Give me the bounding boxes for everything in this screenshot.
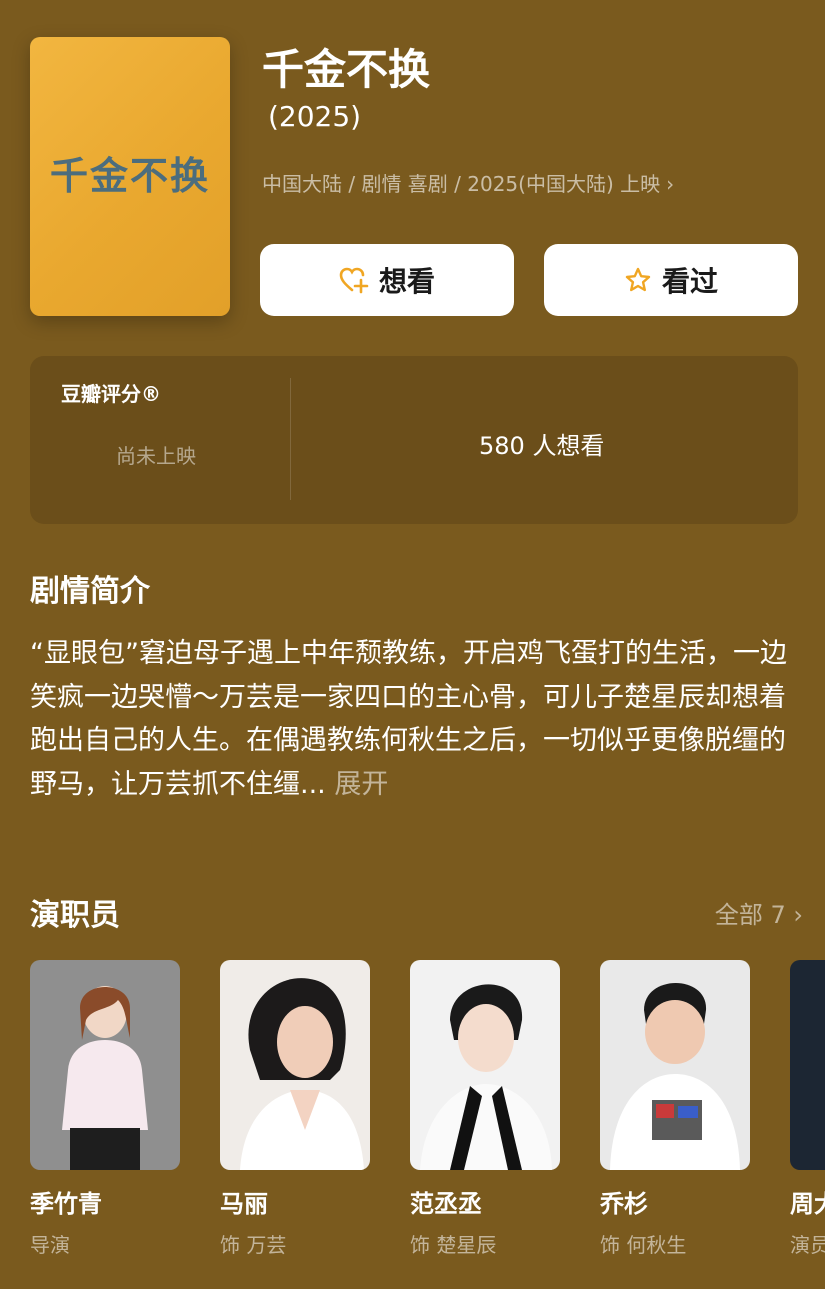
all-cast-link[interactable]: 全部 7 ›: [715, 895, 803, 930]
star-icon: [625, 267, 651, 292]
movie-title: 千金不换: [262, 45, 431, 94]
cast-role: 导演: [30, 1233, 70, 1257]
douban-rating-label: 豆瓣评分®: [61, 382, 161, 406]
cast-card-actor[interactable]: 马丽 饰 万芸: [220, 960, 370, 1258]
cast-name: 范丞丞: [410, 1190, 482, 1218]
rating-status: 尚未上映: [116, 444, 196, 468]
cast-role: 饰 万芸: [220, 1233, 287, 1257]
cast-photo: [30, 960, 180, 1170]
chevron-right-icon: ›: [793, 901, 803, 929]
rating-card: 豆瓣评分® 尚未上映 580 人想看: [30, 356, 798, 524]
rating-divider: [290, 378, 291, 500]
expand-link[interactable]: 展开: [334, 769, 388, 800]
synopsis-body: “显眼包”窘迫母子遇上中年颓教练，开启鸡飞蛋打的生活，一边笑疯一边哭懵～万芸是一…: [30, 638, 787, 800]
heart-plus-icon: [339, 267, 369, 294]
person-silhouette-icon: [240, 978, 364, 1170]
synopsis-text: “显眼包”窘迫母子遇上中年颓教练，开启鸡飞蛋打的生活，一边笑疯一边哭懵～万芸是一…: [30, 632, 800, 806]
cast-role: 演员: [790, 1233, 825, 1257]
cast-card-actor[interactable]: 范丞丞 饰 楚星辰: [410, 960, 560, 1258]
cast-role: 饰 何秋生: [600, 1233, 687, 1257]
want-to-watch-button[interactable]: 想看: [260, 244, 514, 316]
all-cast-label: 全部 7: [714, 901, 786, 929]
cast-card-actor[interactable]: 周大 演员: [790, 960, 825, 1258]
cast-photo: [410, 960, 560, 1170]
person-silhouette-icon: [420, 984, 552, 1170]
wish-count: 580 人想看: [479, 432, 605, 460]
synopsis-heading: 剧情简介: [30, 574, 150, 609]
movie-poster[interactable]: 千金不换: [30, 37, 230, 316]
poster-title-text: 千金不换: [49, 154, 210, 198]
cast-heading: 演职员: [30, 898, 120, 933]
cast-photo: [790, 960, 825, 1170]
cast-photo: [220, 960, 370, 1170]
cast-card-actor[interactable]: 乔杉 饰 何秋生: [600, 960, 750, 1258]
watched-button[interactable]: 看过: [544, 244, 798, 316]
movie-year: (2025): [268, 100, 362, 133]
cast-card-director[interactable]: 季竹青 导演: [30, 960, 180, 1258]
movie-meta-link[interactable]: 中国大陆 / 剧情 喜剧 / 2025(中国大陆) 上映 ›: [262, 168, 674, 197]
person-silhouette-icon: [610, 983, 740, 1170]
cast-name: 乔杉: [600, 1190, 648, 1218]
cast-role: 饰 楚星辰: [410, 1233, 497, 1257]
cast-name: 季竹青: [30, 1190, 102, 1218]
movie-meta-text: 中国大陆 / 剧情 喜剧 / 2025(中国大陆) 上映: [262, 172, 661, 196]
chevron-right-icon: ›: [666, 172, 675, 196]
person-silhouette-icon: [62, 986, 148, 1170]
seen-label: 看过: [661, 265, 718, 298]
want-label: 想看: [378, 265, 435, 298]
cast-name: 马丽: [220, 1190, 268, 1218]
cast-photo: [600, 960, 750, 1170]
cast-name: 周大: [790, 1190, 825, 1218]
